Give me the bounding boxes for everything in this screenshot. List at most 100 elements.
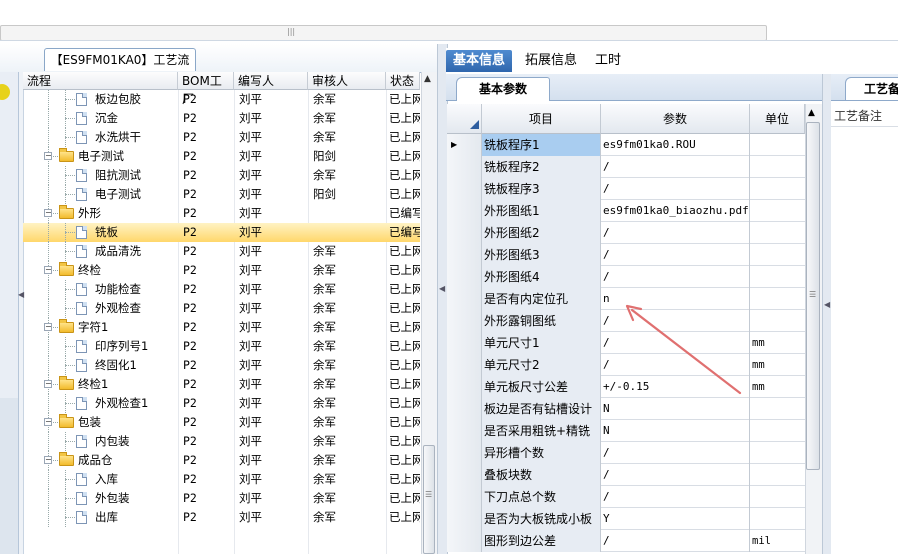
collapse-right-icon[interactable]: ◀ (824, 300, 830, 309)
parameter-value-field[interactable]: es9fm01ka0.ROU (601, 134, 750, 156)
parameter-value-field[interactable]: Y (601, 508, 750, 530)
parameter-row[interactable]: 叠板块数 / (447, 464, 805, 486)
parameter-row[interactable]: 外形图纸3/ (447, 244, 805, 266)
column-header-bom[interactable]: BOM工厂 (178, 72, 234, 106)
parameter-value-field[interactable]: N (601, 420, 750, 442)
parameter-value-field[interactable]: / (601, 486, 750, 508)
tree-row[interactable]: − 外形 P2 刘平 已编写 (23, 204, 420, 223)
parameter-row[interactable]: 单元尺寸2/mm (447, 354, 805, 376)
tree-row[interactable]: 终固化1 P2 刘平 余军 已上网 (23, 356, 420, 375)
tree-row[interactable]: 沉金 P2 刘平 余军 已上网 (23, 109, 420, 128)
row-indicator[interactable] (447, 376, 482, 398)
tree-row[interactable]: 外观检查1 P2 刘平 余军 已上网 (23, 394, 420, 413)
parameter-value-field[interactable]: / (601, 178, 750, 200)
parameter-value-field[interactable]: es9fm01ka0_biaozhu.pdf (601, 200, 750, 222)
parameter-value-field[interactable]: / (601, 530, 750, 552)
row-indicator[interactable] (447, 354, 482, 376)
row-indicator[interactable] (447, 222, 482, 244)
parameter-value-field[interactable]: / (601, 156, 750, 178)
tree-row[interactable]: 功能检查 P2 刘平 余军 已上网 (23, 280, 420, 299)
tree-row[interactable]: 水洗烘干 P2 刘平 余军 已上网 (23, 128, 420, 147)
parameter-value-field[interactable]: / (601, 332, 750, 354)
parameter-value-field[interactable]: / (601, 310, 750, 332)
parameter-row[interactable]: 外形图纸2/ (447, 222, 805, 244)
tree-row[interactable]: 内包装 P2 刘平 余军 已上网 (23, 432, 420, 451)
parameter-value-field[interactable]: / (601, 266, 750, 288)
scroll-up-icon[interactable]: ▲ (424, 74, 431, 84)
row-indicator[interactable] (447, 200, 482, 222)
collapse-toggle-icon[interactable]: − (44, 152, 52, 160)
collapse-toggle-icon[interactable]: − (44, 418, 52, 426)
parameter-row[interactable]: 图形到边公差 / mil (447, 530, 805, 552)
parameter-row[interactable]: 外形露铜图纸 / (447, 310, 805, 332)
row-indicator[interactable] (447, 420, 482, 442)
collapse-toggle-icon[interactable]: − (44, 380, 52, 388)
tree-row[interactable]: − 电子测试 P2 刘平 阳剑 已上网 (23, 147, 420, 166)
row-indicator[interactable] (447, 178, 482, 200)
parameter-row[interactable]: 是否有内定位孔 n (447, 288, 805, 310)
row-indicator[interactable] (447, 530, 482, 552)
parameter-value-field[interactable]: +/-0.15 (601, 376, 750, 398)
tab-basic-params[interactable]: 基本参数 (456, 77, 550, 101)
parameter-value-field[interactable]: / (601, 464, 750, 486)
tab-basic-info[interactable]: 基本信息 (446, 50, 513, 72)
tab-process-flow[interactable]: 【ES9FM01KA0】工艺流程 (44, 48, 196, 89)
parameter-value-field[interactable]: n (601, 288, 750, 310)
collapse-toggle-icon[interactable]: − (44, 209, 52, 217)
parameter-value-field[interactable]: / (601, 244, 750, 266)
row-indicator[interactable] (447, 310, 482, 332)
parameter-row[interactable]: 外形图纸1 es9fm01ka0_biaozhu.pdf (447, 200, 805, 222)
parameter-value-field[interactable]: N (601, 398, 750, 420)
horizontal-scrollbar[interactable] (0, 25, 767, 41)
parameter-row[interactable]: 单元板尺寸公差 +/-0.15 mm (447, 376, 805, 398)
tree-row[interactable]: 外观检查 P2 刘平 余军 已上网 (23, 299, 420, 318)
tree-row[interactable]: 铣板 P2 刘平 已编写 (23, 223, 420, 242)
parameter-row[interactable]: 铣板程序3/ (447, 178, 805, 200)
parameter-row[interactable]: 板边是否有钻槽设计 N (447, 398, 805, 420)
column-header-reviewer[interactable]: 审核人 (308, 72, 386, 90)
collapse-middle-icon[interactable]: ◀ (439, 284, 445, 293)
parameter-row[interactable]: 单元尺寸1/mm (447, 332, 805, 354)
tab-process-notes[interactable]: 工艺备注 (845, 77, 898, 100)
tree-row[interactable]: 成品清洗 P2 刘平 余军 已上网 (23, 242, 420, 261)
column-header-param[interactable]: 参数 (601, 104, 750, 134)
parameter-row[interactable]: 铣板程序2/ (447, 156, 805, 178)
parameter-row[interactable]: 下刀点总个数 / (447, 486, 805, 508)
parameter-row[interactable]: ▶ 铣板程序1 es9fm01ka0.ROU (447, 134, 805, 156)
row-indicator[interactable] (447, 332, 482, 354)
collapse-toggle-icon[interactable]: − (44, 323, 52, 331)
parameter-value-field[interactable]: / (601, 354, 750, 376)
row-indicator[interactable] (447, 266, 482, 288)
parameter-value-field[interactable]: / (601, 442, 750, 464)
tree-row[interactable]: 外包装 P2 刘平 余军 已上网 (23, 489, 420, 508)
row-indicator[interactable] (447, 244, 482, 266)
row-indicator[interactable] (447, 508, 482, 530)
tree-row[interactable]: 阻抗测试 P2 刘平 余军 已上网 (23, 166, 420, 185)
row-indicator[interactable] (447, 288, 482, 310)
tree-row[interactable]: 板边包胶 P2 刘平 余军 已上网 (23, 90, 420, 109)
scroll-up-icon[interactable]: ▲ (808, 108, 815, 118)
parameter-row[interactable]: 异形槽个数 / (447, 442, 805, 464)
row-indicator[interactable] (447, 486, 482, 508)
tree-row[interactable]: − 成品仓 P2 刘平 余军 已上网 (23, 451, 420, 470)
collapse-toggle-icon[interactable]: − (44, 456, 52, 464)
tree-row[interactable]: − 终检 P2 刘平 余军 已上网 (23, 261, 420, 280)
tree-row[interactable]: 印序列号1 P2 刘平 余军 已上网 (23, 337, 420, 356)
column-header-status[interactable]: 状态 (386, 72, 420, 90)
tree-row[interactable]: − 终检1 P2 刘平 余军 已上网 (23, 375, 420, 394)
tree-row[interactable]: 入库 P2 刘平 余军 已上网 (23, 470, 420, 489)
row-indicator[interactable] (447, 156, 482, 178)
column-header-unit[interactable]: 单位 (750, 104, 805, 134)
tree-row[interactable]: 出库 P2 刘平 余军 已上网 (23, 508, 420, 527)
parameter-row[interactable]: 外形图纸4/ (447, 266, 805, 288)
column-header-flow[interactable]: 流程 (23, 72, 178, 90)
column-header-item[interactable]: 项目 (482, 104, 601, 134)
tab-extended-info[interactable]: 拓展信息 (518, 50, 584, 72)
row-indicator[interactable] (447, 464, 482, 486)
tree-row[interactable]: − 字符1 P2 刘平 余军 已上网 (23, 318, 420, 337)
current-row-indicator-icon[interactable]: ▶ (447, 134, 482, 156)
tree-row[interactable]: 电子测试 P2 刘平 阳剑 已上网 (23, 185, 420, 204)
parameter-row[interactable]: 是否为大板铣成小板 Y (447, 508, 805, 530)
scrollbar-thumb[interactable] (423, 445, 435, 554)
collapse-toggle-icon[interactable]: − (44, 266, 52, 274)
